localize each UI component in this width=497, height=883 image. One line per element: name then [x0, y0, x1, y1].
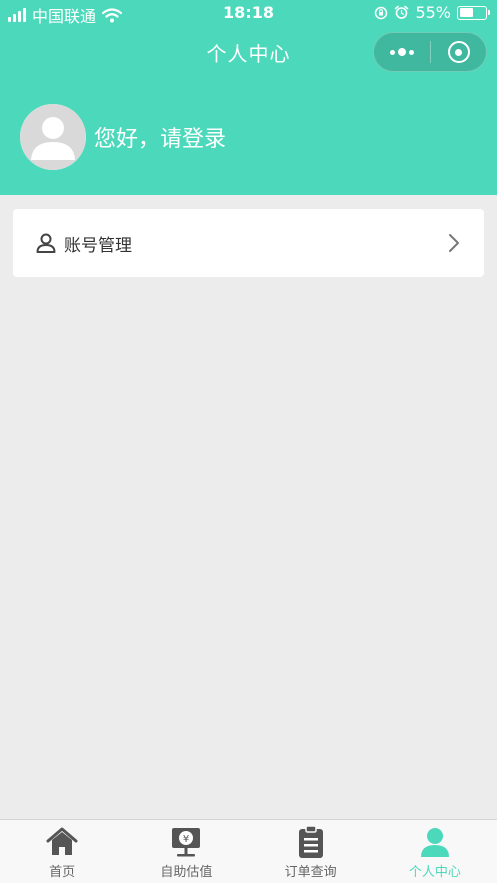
- home-icon: [46, 827, 78, 855]
- status-bar: 中国联通 18:18 55%: [0, 0, 497, 26]
- more-dot-icon: [390, 49, 395, 55]
- login-prompt[interactable]: 您好，请登录: [94, 121, 226, 153]
- chevron-right-icon: [449, 234, 459, 252]
- more-dot-icon: [398, 48, 406, 56]
- tab-valuation[interactable]: ¥ 自助估值: [124, 820, 248, 883]
- battery-level-fill: [459, 8, 474, 17]
- svg-text:¥: ¥: [183, 834, 189, 845]
- tab-label: 首页: [49, 865, 76, 880]
- person-icon: [420, 828, 449, 857]
- user-icon: [36, 233, 56, 253]
- tab-label: 个人中心: [408, 865, 461, 880]
- tab-orders[interactable]: 订单查询: [249, 820, 373, 883]
- target-circle-icon: [447, 41, 470, 63]
- status-right: 55%: [374, 3, 490, 22]
- tab-bar: 首页 ¥ 自助估值 订单查询 个人中心: [0, 819, 497, 883]
- tab-profile[interactable]: 个人中心: [373, 820, 497, 883]
- account-management-label: 账号管理: [64, 236, 132, 256]
- clipboard-icon: [298, 825, 323, 858]
- more-menu-button[interactable]: [374, 33, 430, 71]
- alarm-icon: [395, 5, 409, 19]
- miniprogram-capsule: [373, 32, 487, 72]
- tab-label: 订单查询: [284, 865, 337, 880]
- close-miniprogram-button[interactable]: [431, 33, 486, 71]
- battery-percent: 55%: [415, 3, 451, 22]
- more-dot-icon: [409, 49, 414, 55]
- header-banner: 中国联通 18:18 55% 个人中心 您好，请登录: [0, 0, 497, 195]
- rotation-lock-icon: [375, 6, 388, 19]
- valuation-icon: ¥: [172, 828, 201, 857]
- account-management-item[interactable]: 账号管理: [13, 209, 484, 277]
- avatar[interactable]: [20, 104, 86, 170]
- default-avatar-icon: [20, 104, 86, 170]
- tab-home[interactable]: 首页: [0, 820, 124, 883]
- tab-label: 自助估值: [160, 865, 213, 880]
- battery-icon: [457, 5, 490, 20]
